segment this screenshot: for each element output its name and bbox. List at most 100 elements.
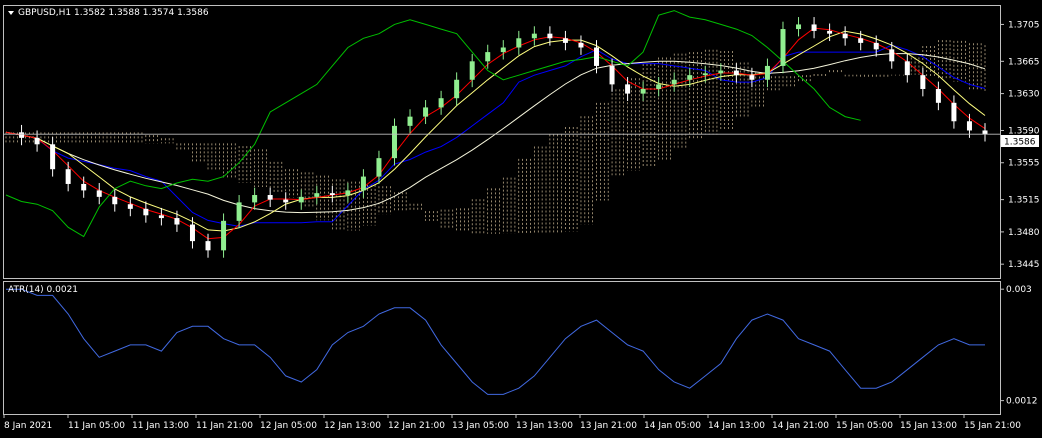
candle-body bbox=[469, 61, 475, 80]
candle-body bbox=[935, 88, 941, 103]
candle-body bbox=[485, 52, 491, 62]
candle-body bbox=[65, 169, 71, 184]
candle-body bbox=[966, 121, 972, 131]
candle-body bbox=[904, 61, 910, 76]
candle-body bbox=[609, 65, 615, 85]
candle-body bbox=[96, 190, 102, 197]
atr-header: ATR(14) 0.0021 bbox=[8, 285, 78, 295]
candle-body bbox=[640, 88, 646, 94]
time-axis-label: 13 Jan 21:00 bbox=[580, 421, 637, 431]
candle-body bbox=[749, 75, 755, 80]
candle-body bbox=[858, 38, 864, 43]
candle-body bbox=[656, 84, 662, 89]
atr-axis-label: 0.0012 bbox=[1006, 397, 1038, 407]
candle-body bbox=[920, 75, 926, 89]
candle-body bbox=[329, 193, 335, 196]
candle-body bbox=[314, 193, 320, 197]
candle-body bbox=[376, 158, 382, 177]
candle-body bbox=[796, 24, 802, 30]
candle-body bbox=[625, 84, 631, 94]
time-axis-label: 13 Jan 05:00 bbox=[452, 421, 509, 431]
candle-body bbox=[283, 199, 289, 203]
time-axis-label: 15 Jan 13:00 bbox=[900, 421, 957, 431]
time-axis-label: 11 Jan 13:00 bbox=[132, 421, 189, 431]
time-axis-label: 12 Jan 21:00 bbox=[388, 421, 445, 431]
kijun-line bbox=[5, 44, 986, 227]
current-price-label: 1.3586 bbox=[1004, 138, 1036, 148]
price-axis-label: 1.3480 bbox=[1008, 228, 1040, 238]
time-axis-label: 8 Jan 2021 bbox=[4, 421, 52, 431]
candle-body bbox=[438, 98, 444, 108]
time-axis-label: 11 Jan 21:00 bbox=[196, 421, 253, 431]
candle-body bbox=[702, 73, 708, 76]
price-axis-label: 1.3555 bbox=[1008, 159, 1040, 169]
price-axis-label: 1.3705 bbox=[1008, 20, 1040, 30]
candle-body bbox=[205, 241, 211, 251]
candle-body bbox=[127, 204, 133, 209]
candle-body bbox=[360, 176, 366, 191]
candle-body bbox=[733, 70, 739, 76]
candle-body bbox=[236, 202, 242, 221]
time-axis-label: 15 Jan 05:00 bbox=[836, 421, 893, 431]
time-axis-label: 13 Jan 13:00 bbox=[516, 421, 573, 431]
candle-body bbox=[764, 65, 770, 80]
symbol-header: GBPUSD,H1 1.3582 1.3588 1.3574 1.3586 bbox=[18, 8, 209, 18]
candle-body bbox=[423, 107, 429, 117]
candle-body bbox=[500, 47, 506, 53]
candle-body bbox=[189, 224, 195, 242]
candle-body bbox=[889, 49, 895, 62]
candle-body bbox=[687, 75, 693, 80]
time-axis-label: 12 Jan 13:00 bbox=[324, 421, 381, 431]
candle-body bbox=[298, 196, 304, 203]
candle-body bbox=[252, 195, 258, 203]
candle-body bbox=[267, 195, 273, 200]
candle-body bbox=[671, 79, 677, 85]
collapse-triangle-icon[interactable] bbox=[8, 11, 14, 15]
candle-body bbox=[780, 29, 786, 66]
atr-series bbox=[6, 288, 985, 395]
candle-body bbox=[982, 130, 988, 135]
candle-body bbox=[547, 33, 553, 39]
candle-body bbox=[562, 38, 568, 43]
price-pane[interactable] bbox=[3, 5, 1001, 279]
candle-body bbox=[391, 125, 397, 159]
axes: 1.3705 1.3665 1.3630 1.3590 1.3555 1.3515 1.34… bbox=[3, 20, 1040, 431]
candle-body bbox=[827, 30, 833, 34]
candle-body bbox=[143, 208, 149, 216]
ichimoku-cloud bbox=[5, 40, 986, 234]
candle-body bbox=[112, 196, 118, 205]
candle-body bbox=[81, 183, 87, 191]
candle-body bbox=[578, 42, 584, 48]
price-axis-label: 1.3665 bbox=[1008, 57, 1040, 67]
candle-body bbox=[407, 116, 413, 126]
trading-chart[interactable]: 1.3705 1.3665 1.3630 1.3590 1.3555 1.3515 1.34… bbox=[0, 0, 1042, 438]
time-axis-label: 11 Jan 05:00 bbox=[68, 421, 125, 431]
candle-body bbox=[516, 38, 522, 48]
price-axis-label: 1.3590 bbox=[1008, 126, 1040, 136]
time-axis-label: 15 Jan 21:00 bbox=[964, 421, 1021, 431]
candle-body bbox=[19, 132, 25, 138]
time-axis-label: 14 Jan 21:00 bbox=[772, 421, 829, 431]
candle-body bbox=[34, 137, 40, 145]
candle-body bbox=[842, 33, 848, 39]
atr-axis-label: 0.003 bbox=[1006, 285, 1032, 295]
candle-body bbox=[873, 42, 879, 50]
price-axis-label: 1.3630 bbox=[1008, 90, 1040, 100]
candle-body bbox=[345, 190, 351, 196]
fast-ma-line bbox=[5, 27, 986, 240]
price-axis-label: 1.3445 bbox=[1008, 260, 1040, 270]
candle-body bbox=[221, 220, 227, 251]
candle-body bbox=[158, 215, 164, 219]
atr-line bbox=[6, 288, 985, 395]
candles bbox=[19, 17, 988, 258]
time-axis-label: 12 Jan 05:00 bbox=[260, 421, 317, 431]
candle-body bbox=[811, 24, 817, 31]
candle-body bbox=[531, 33, 537, 39]
candle-body bbox=[50, 144, 56, 170]
candle-body bbox=[594, 47, 600, 66]
candle-body bbox=[174, 218, 180, 225]
time-axis-label: 14 Jan 05:00 bbox=[644, 421, 701, 431]
candle-body bbox=[718, 70, 724, 74]
time-axis-label: 14 Jan 13:00 bbox=[708, 421, 765, 431]
candle-body bbox=[951, 102, 957, 122]
